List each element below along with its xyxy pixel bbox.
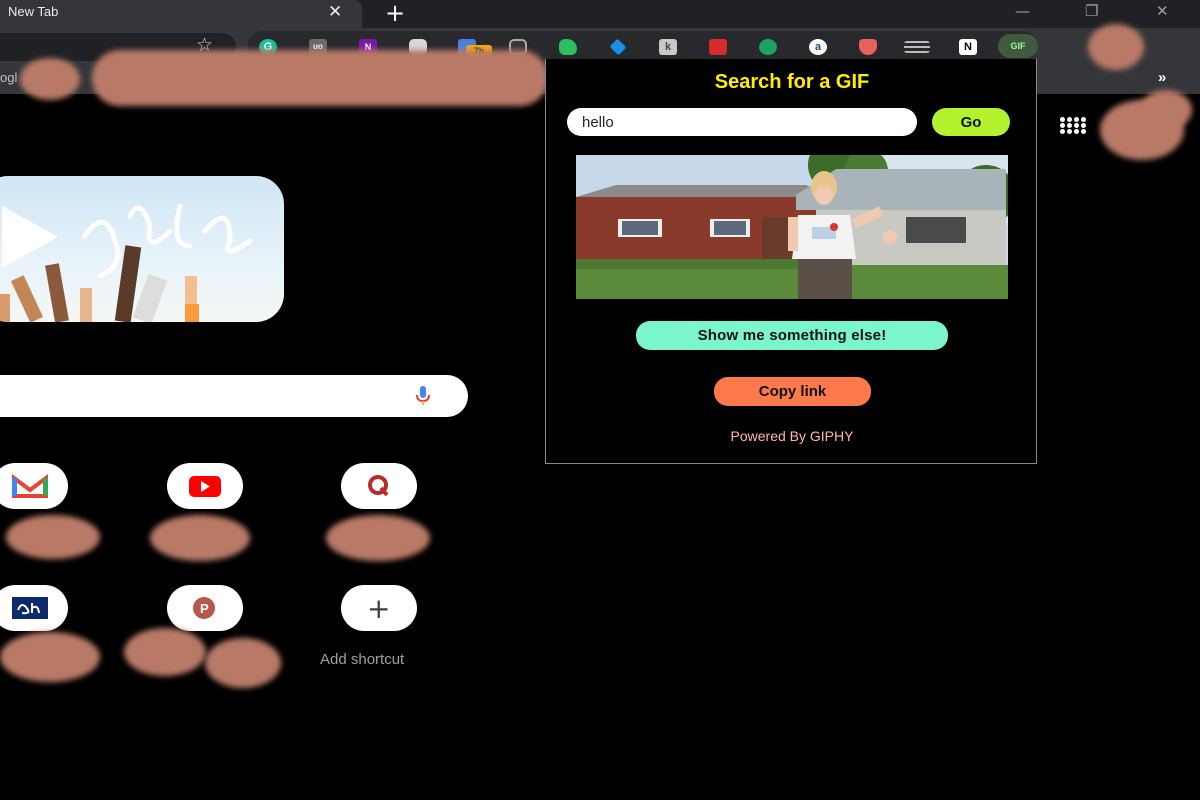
browser-window: New Tab ✕ + — ❐ ✕ ☆ G uo N k a N GIF ogl… [0, 0, 1200, 800]
p-letter-icon: P [193, 597, 215, 619]
redaction-blob [150, 515, 250, 561]
shortcut-quora[interactable] [341, 463, 417, 509]
youtube-icon [189, 476, 221, 497]
window-close-icon[interactable]: ✕ [1156, 2, 1169, 20]
shortcut-p-site[interactable]: P [167, 585, 243, 631]
diamond-icon[interactable] [609, 38, 627, 56]
minimize-icon[interactable]: — [1015, 2, 1030, 20]
hangouts-icon[interactable] [759, 39, 777, 55]
powered-by-giphy: Powered By GIPHY [730, 428, 854, 444]
restore-icon[interactable]: ❐ [1085, 2, 1098, 20]
gif-search-input[interactable] [567, 108, 917, 136]
quora-icon [368, 475, 389, 497]
shield-icon[interactable] [859, 39, 877, 55]
copy-link-button[interactable]: Copy link [714, 377, 871, 406]
svg-text:P: P [200, 601, 209, 616]
google-doodle[interactable] [0, 176, 284, 322]
gif-preview-image [576, 155, 1008, 299]
doodle-illustration [0, 203, 253, 322]
tab-close-icon[interactable]: ✕ [328, 2, 342, 22]
bookmarks-overflow-icon[interactable]: » [1158, 69, 1166, 86]
evernote-icon[interactable] [559, 39, 577, 55]
gif-search-popup: Search for a GIF Go [545, 59, 1037, 464]
popup-title: Search for a GIF [714, 71, 870, 93]
go-button[interactable]: Go [932, 108, 1010, 136]
redaction-blob [124, 628, 206, 676]
microphone-icon[interactable] [414, 386, 432, 406]
redaction-blob [6, 515, 100, 559]
notion-icon[interactable]: N [959, 39, 977, 55]
disney-hotstar-icon [12, 597, 48, 619]
redaction-blob [92, 50, 548, 106]
redaction-blob [1088, 24, 1144, 70]
amazon-assistant-icon[interactable]: a [809, 39, 827, 55]
shortcut-youtube[interactable] [167, 463, 243, 509]
redaction-blob [205, 638, 281, 688]
shortcut-disney-plus[interactable] [0, 585, 68, 631]
red-book-icon[interactable] [709, 39, 727, 55]
sort-lines-icon[interactable] [904, 41, 930, 53]
bookmark-item[interactable]: ogl [0, 70, 17, 85]
tab-strip: New Tab ✕ + — ❐ ✕ [0, 0, 1200, 28]
add-shortcut-label: Add shortcut [320, 651, 405, 668]
redaction-blob [1140, 90, 1192, 130]
tab-title: New Tab [8, 4, 59, 19]
new-tab-button[interactable]: + [385, 0, 405, 27]
show-something-else-button[interactable]: Show me something else! [636, 321, 948, 350]
tab-new-tab[interactable]: New Tab ✕ [0, 0, 362, 28]
redaction-blob [0, 632, 100, 682]
redaction-blob [326, 515, 430, 561]
shortcut-gmail[interactable] [0, 463, 68, 509]
google-search-box[interactable] [0, 375, 468, 417]
kami-icon[interactable]: k [659, 39, 677, 55]
google-apps-icon[interactable] [1060, 117, 1086, 134]
gmail-icon [12, 474, 48, 498]
giphy-extension-icon[interactable]: GIF [998, 34, 1038, 58]
add-icon: + [367, 592, 391, 625]
redaction-blob [20, 58, 80, 100]
